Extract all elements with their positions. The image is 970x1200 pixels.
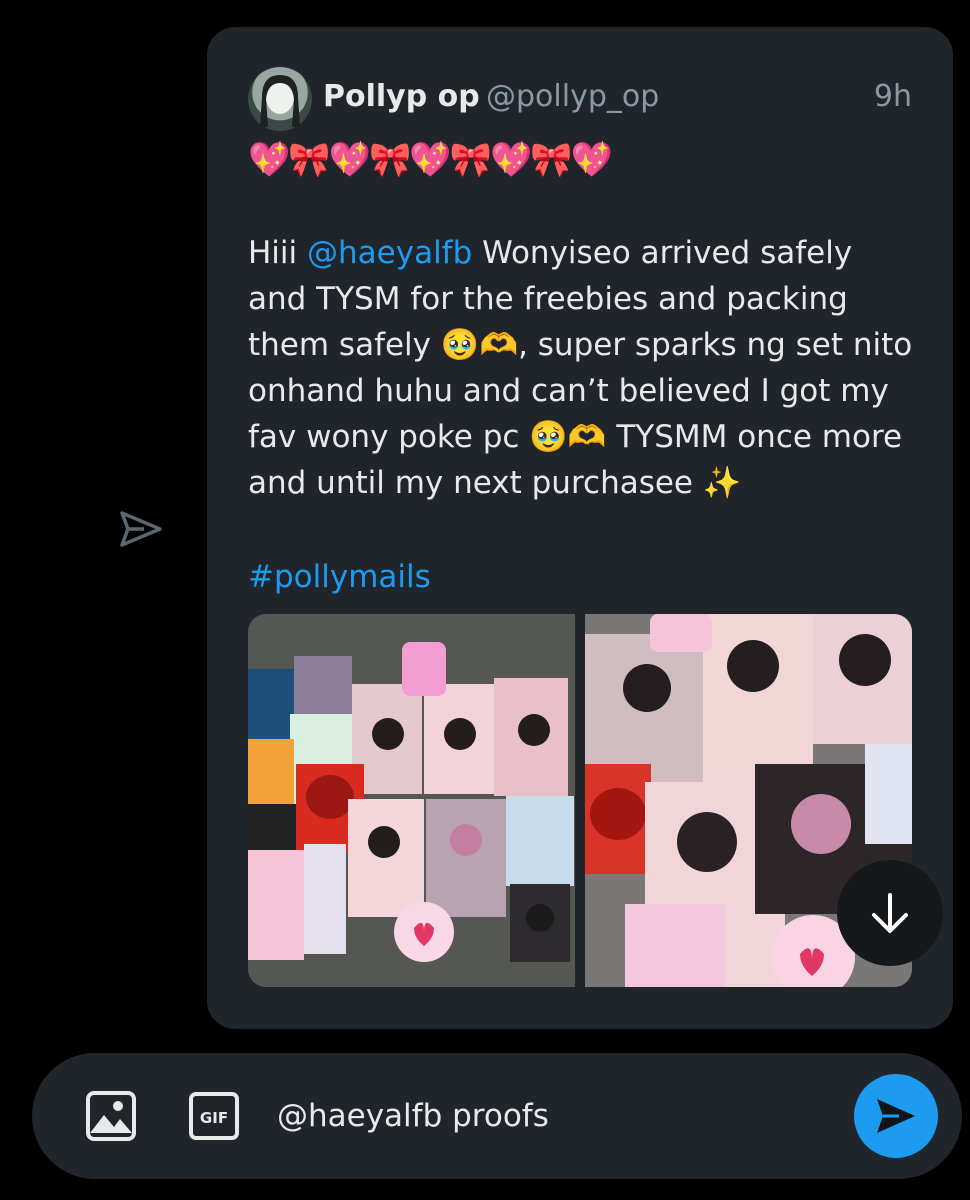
- send-button[interactable]: [854, 1074, 938, 1158]
- tweet-card[interactable]: Pollyp op @pollyp_op 9h 💖🎀💖🎀💖🎀💖🎀💖 Hiii @…: [207, 27, 953, 1029]
- hashtag-link[interactable]: #pollymails: [248, 554, 431, 600]
- user-handle[interactable]: @pollyp_op: [486, 79, 659, 114]
- tweet-header: Pollyp op @pollyp_op 9h: [248, 67, 912, 131]
- image-icon[interactable]: [84, 1089, 138, 1143]
- display-name[interactable]: Pollyp op: [323, 79, 480, 114]
- send-icon: [877, 1099, 915, 1133]
- emoji-line: 💖🎀💖🎀💖🎀💖🎀💖: [248, 140, 613, 180]
- gif-label: GIF: [200, 1109, 228, 1127]
- tweet-text: Hiii @haeyalfb Wonyiseo arrived safely a…: [248, 230, 918, 506]
- arrow-down-icon: [872, 893, 908, 933]
- mention-link[interactable]: @haeyalfb: [307, 235, 472, 271]
- gif-icon[interactable]: GIF: [188, 1091, 240, 1141]
- tweet-timestamp: 9h: [873, 79, 912, 114]
- avatar[interactable]: [248, 67, 312, 131]
- message-composer: GIF @haeyalfb proofs: [32, 1053, 962, 1179]
- message-input[interactable]: @haeyalfb proofs: [277, 1093, 549, 1139]
- tweet-photo-1[interactable]: [248, 614, 575, 987]
- share-tweet-icon[interactable]: [116, 505, 164, 553]
- scroll-to-bottom-button[interactable]: [837, 860, 943, 966]
- tweet-text-start: Hiii: [248, 235, 308, 271]
- tweet-text-rest: Wonyiseo arrived safely and TYSM for the…: [248, 235, 913, 501]
